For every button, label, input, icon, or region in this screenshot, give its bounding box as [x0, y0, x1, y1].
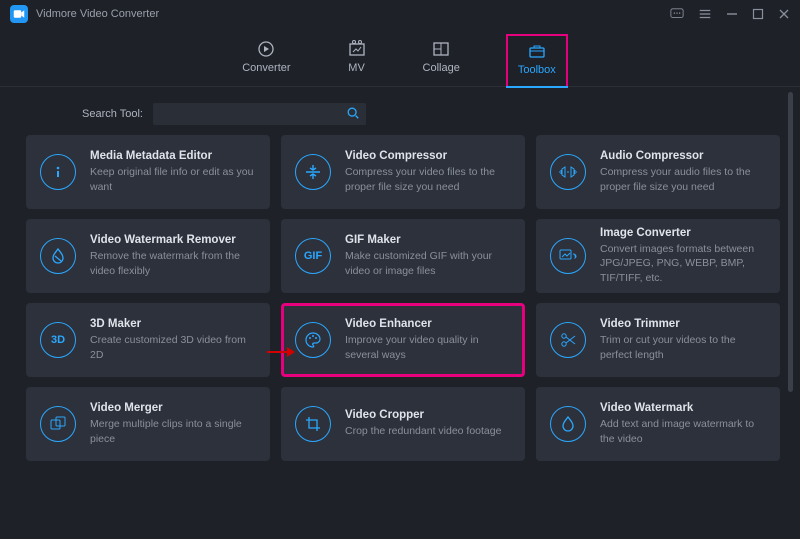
app-icon — [10, 5, 28, 23]
card-video-compressor[interactable]: Video Compressor Compress your video file… — [281, 135, 525, 209]
tab-mv[interactable]: MV — [337, 34, 377, 86]
minimize-button[interactable] — [726, 8, 738, 20]
card-video-cropper[interactable]: Video Cropper Crop the redundant video fo… — [281, 387, 525, 461]
search-input[interactable] — [153, 108, 366, 120]
card-video-trimmer[interactable]: Video Trimmer Trim or cut your videos to … — [536, 303, 780, 377]
card-title: Video Watermark Remover — [90, 234, 256, 246]
card-desc: Improve your video quality in several wa… — [345, 333, 511, 361]
merger-icon — [40, 406, 76, 442]
droplet-icon — [550, 406, 586, 442]
close-button[interactable] — [778, 8, 790, 20]
toolbox-icon — [527, 42, 547, 60]
scissors-icon — [550, 322, 586, 358]
menu-icon[interactable] — [698, 7, 712, 21]
card-title: Video Merger — [90, 402, 256, 414]
card-title: Video Enhancer — [345, 318, 511, 330]
droplet-remove-icon — [40, 238, 76, 274]
card-title: Video Compressor — [345, 150, 511, 162]
card-video-merger[interactable]: Video Merger Merge multiple clips into a … — [26, 387, 270, 461]
audio-compress-icon — [550, 154, 586, 190]
tab-toolbox[interactable]: Toolbox — [506, 34, 568, 86]
crop-icon — [295, 406, 331, 442]
image-convert-icon — [550, 238, 586, 274]
card-3d-maker[interactable]: 3D 3D Maker Create customized 3D video fr… — [26, 303, 270, 377]
compress-icon — [295, 154, 331, 190]
card-desc: Keep original file info or edit as you w… — [90, 165, 256, 193]
card-title: GIF Maker — [345, 234, 511, 246]
card-title: Image Converter — [600, 227, 766, 239]
card-title: Video Trimmer — [600, 318, 766, 330]
card-title: 3D Maker — [90, 318, 256, 330]
titlebar: Vidmore Video Converter — [0, 0, 800, 28]
card-title: Audio Compressor — [600, 150, 766, 162]
scrollbar[interactable] — [788, 92, 793, 452]
card-title: Media Metadata Editor — [90, 150, 256, 162]
card-desc: Crop the redundant video footage — [345, 424, 511, 438]
tool-grid: Media Metadata Editor Keep original file … — [26, 135, 774, 461]
card-desc: Convert images formats between JPG/JPEG,… — [600, 242, 766, 285]
card-desc: Add text and image watermark to the vide… — [600, 417, 766, 445]
card-desc: Make customized GIF with your video or i… — [345, 249, 511, 277]
card-gif-maker[interactable]: GIF GIF Maker Make customized GIF with yo… — [281, 219, 525, 293]
card-image-converter[interactable]: Image Converter Convert images formats be… — [536, 219, 780, 293]
card-desc: Merge multiple clips into a single piece — [90, 417, 256, 445]
card-media-metadata-editor[interactable]: Media Metadata Editor Keep original file … — [26, 135, 270, 209]
3d-icon: 3D — [40, 322, 76, 358]
tab-label: Collage — [423, 62, 460, 74]
card-desc: Create customized 3D video from 2D — [90, 333, 256, 361]
nav-tabs: Converter MV Collage Toolbox — [0, 28, 800, 87]
gif-icon: GIF — [295, 238, 331, 274]
tab-converter[interactable]: Converter — [232, 34, 300, 86]
search-icon[interactable] — [346, 106, 360, 120]
feedback-icon[interactable] — [670, 7, 684, 21]
search-row: Search Tool: — [0, 87, 800, 135]
card-desc: Trim or cut your videos to the perfect l… — [600, 333, 766, 361]
card-video-watermark[interactable]: Video Watermark Add text and image waterm… — [536, 387, 780, 461]
card-title: Video Cropper — [345, 409, 511, 421]
tab-label: Toolbox — [518, 64, 556, 76]
collage-icon — [431, 40, 451, 58]
card-video-watermark-remover[interactable]: Video Watermark Remover Remove the waterm… — [26, 219, 270, 293]
search-label: Search Tool: — [82, 108, 143, 120]
card-title: Video Watermark — [600, 402, 766, 414]
tab-label: Converter — [242, 62, 290, 74]
card-video-enhancer[interactable]: Video Enhancer Improve your video quality… — [281, 303, 525, 377]
tab-label: MV — [348, 62, 365, 74]
card-desc: Compress your video files to the proper … — [345, 165, 511, 193]
mv-icon — [347, 40, 367, 58]
maximize-button[interactable] — [752, 8, 764, 20]
card-audio-compressor[interactable]: Audio Compressor Compress your audio file… — [536, 135, 780, 209]
card-desc: Remove the watermark from the video flex… — [90, 249, 256, 277]
info-icon — [40, 154, 76, 190]
search-box[interactable] — [153, 103, 366, 125]
tab-collage[interactable]: Collage — [413, 34, 470, 86]
card-desc: Compress your audio files to the proper … — [600, 165, 766, 193]
app-title: Vidmore Video Converter — [36, 8, 159, 20]
palette-icon — [295, 322, 331, 358]
scrollbar-thumb[interactable] — [788, 92, 793, 392]
converter-icon — [256, 40, 276, 58]
